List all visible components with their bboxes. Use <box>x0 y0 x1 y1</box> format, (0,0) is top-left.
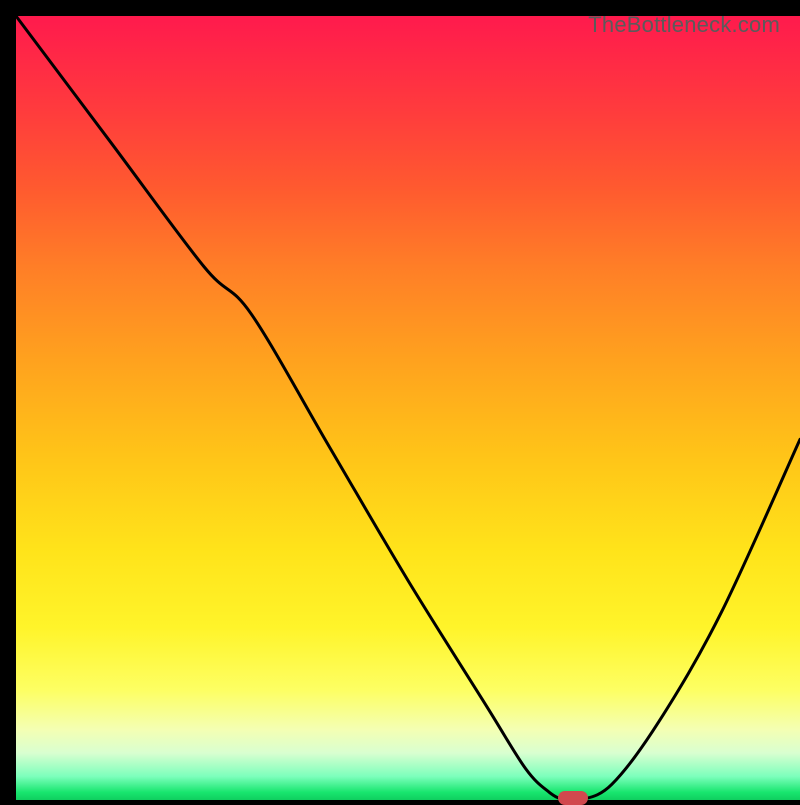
sweet-spot-marker <box>558 791 588 805</box>
chart-frame: TheBottleneck.com <box>0 0 800 800</box>
watermark-text: TheBottleneck.com <box>588 12 780 38</box>
bottleneck-curve <box>16 16 800 800</box>
